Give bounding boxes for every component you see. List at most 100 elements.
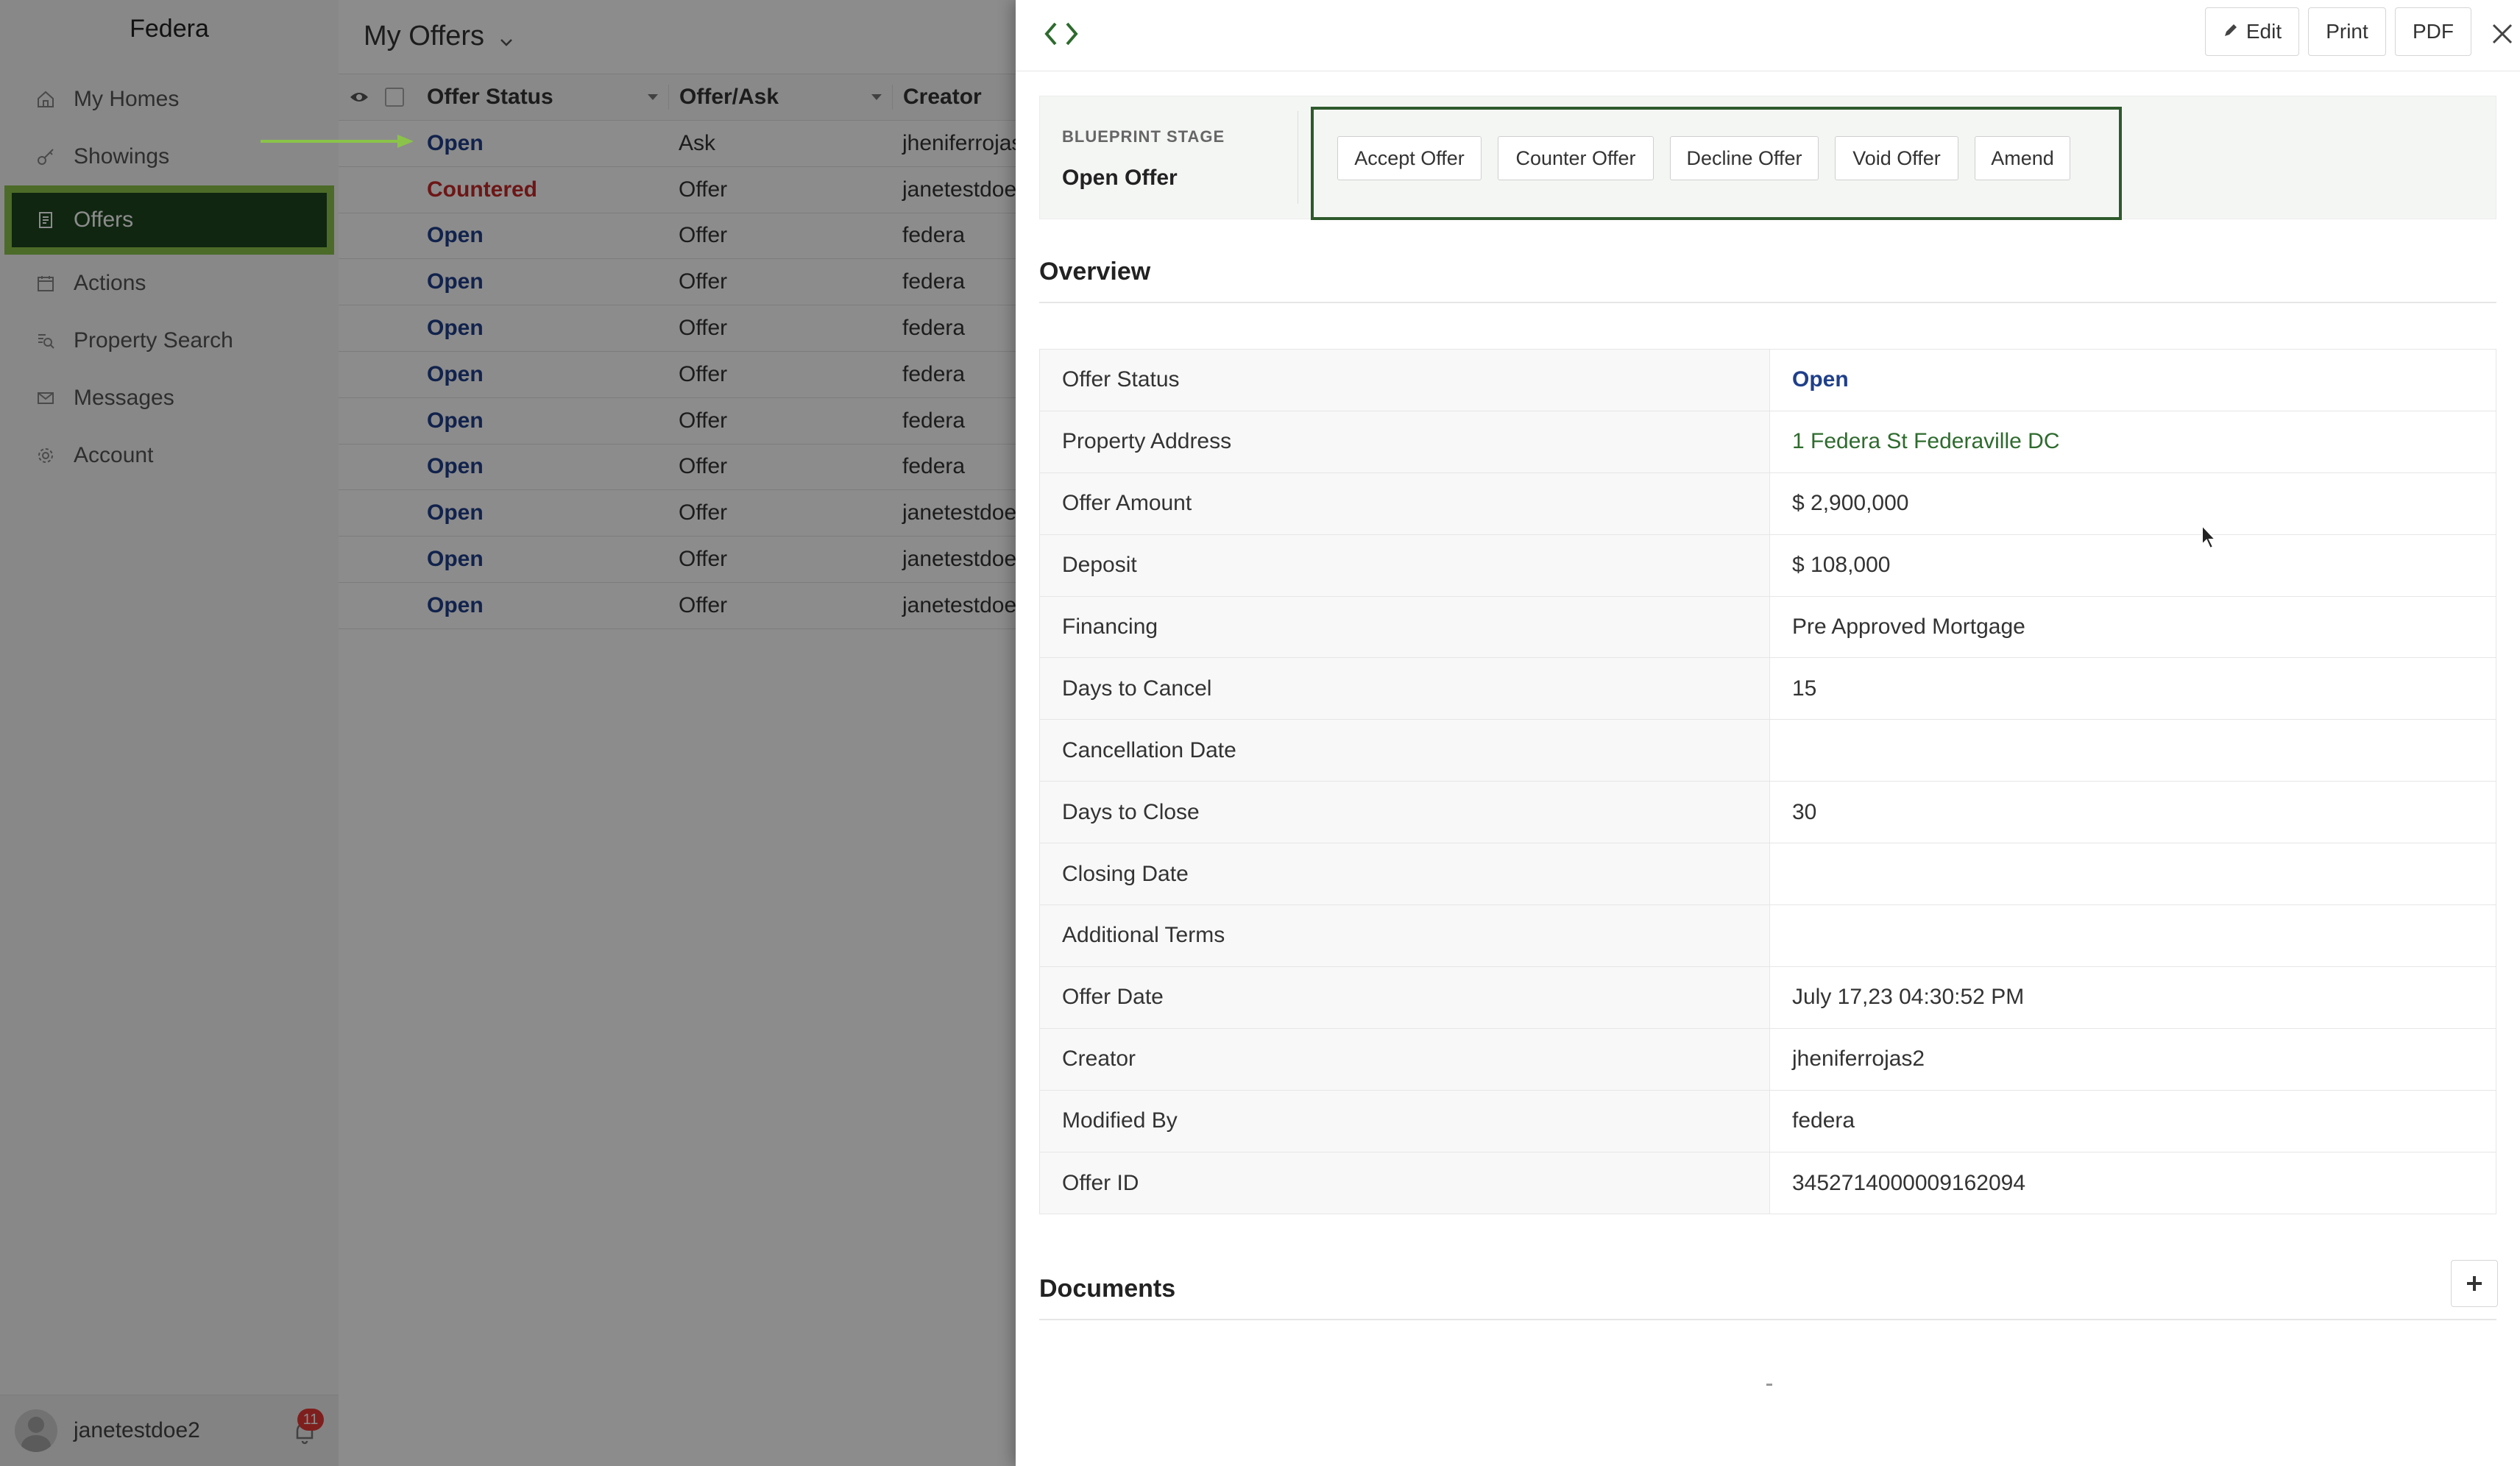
overview-row: Financing Pre Approved Mortgage [1040,596,2496,659]
cell-creator: federa [902,408,966,433]
cell-status: Open [409,454,668,479]
overview-row: Modified By federa [1040,1090,2496,1152]
sidebar-item-account[interactable]: Account [0,427,339,484]
overview-value [1770,720,2496,781]
decline-offer-button[interactable]: Decline Offer [1670,136,1819,180]
sidebar-footer: janetestdoe2 11 [0,1395,339,1466]
status-badge: Countered [427,177,537,202]
status-badge: Open [427,592,484,617]
overview-row: Offer Date July 17,23 04:30:52 PM [1040,966,2496,1029]
overview-row: Property Address 1 Federa St Federaville … [1040,411,2496,473]
overview-label: Property Address [1040,411,1770,472]
void-offer-button[interactable]: Void Offer [1835,136,1958,180]
home-icon [35,89,56,110]
overview-value: Pre Approved Mortgage [1792,615,2025,639]
status-badge: Open [427,130,484,155]
table-row[interactable]: Countered Offer janetestdoe2 [339,167,1016,213]
pencil-icon [2223,20,2239,43]
sort-icon[interactable] [871,94,882,100]
username: janetestdoe2 [74,1418,200,1442]
overview-value: July 17,23 04:30:52 PM [1792,985,2025,1010]
mail-icon [35,388,56,408]
blueprint-stage-value: Open Offer [1062,166,1178,190]
sidebar-item-messages[interactable]: Messages [0,369,339,427]
sidebar-item-my-homes[interactable]: My Homes [0,71,339,128]
table-row[interactable]: Open Offer janetestdoe2 [339,490,1016,537]
overview-value: Open [1792,367,1849,392]
overview-table: Offer Status Open Property Address 1 Federa… [1039,349,2496,1215]
overview-value: $ 108,000 [1792,553,1891,578]
column-header-creator[interactable]: Creator [892,85,1016,110]
avatar[interactable] [15,1409,57,1452]
divider [1039,302,2496,303]
column-header-status[interactable]: Offer Status [409,85,668,110]
overview-label: Additional Terms [1040,905,1770,966]
blueprint-stage: BLUEPRINT STAGE Open Offer Accept Offer … [1039,96,2496,220]
accept-offer-button[interactable]: Accept Offer [1337,136,1482,180]
cell-creator: janetestdoe2 [902,500,1016,525]
cell-creator: federa [902,316,966,341]
overview-value[interactable]: 1 Federa St Federaville DC [1770,411,2496,472]
table-row[interactable]: Open Offer janetestdoe2 [339,537,1016,583]
table-row[interactable]: Open Offer federa [339,398,1016,445]
cell-creator: jheniferrojas2 [902,130,1016,155]
overview-label: Modified By [1040,1090,1770,1152]
sort-icon[interactable] [648,94,658,100]
select-all-checkbox[interactable] [380,88,409,107]
overview-value: jheniferrojas2 [1792,1047,1925,1072]
sidebar-item-offers[interactable]: Offers [4,185,334,255]
table-header: Offer Status Offer/Ask Creator [339,74,1016,121]
code-icon[interactable] [1042,19,1080,49]
eye-icon[interactable] [339,90,380,105]
table-row[interactable]: Open Offer federa [339,305,1016,352]
cell-status: Open [409,362,668,387]
pdf-button[interactable]: PDF [2395,7,2471,56]
overview-value: 30 [1792,799,1817,824]
status-badge: Open [427,500,484,525]
sidebar-item-property-search[interactable]: Property Search [0,312,339,369]
edit-button[interactable]: Edit [2205,7,2299,56]
overview-label: Offer Amount [1040,472,1770,534]
table-row[interactable]: Open Offer federa [339,352,1016,398]
cell-type: Offer [679,500,728,525]
overview-row: Deposit $ 108,000 [1040,534,2496,597]
overview-row: Creator jheniferrojas2 [1040,1028,2496,1091]
cell-creator: janetestdoe2 [902,547,1016,572]
status-badge: Open [427,361,484,386]
cell-creator: janetestdoe2 [902,177,1016,202]
sidebar-item-actions[interactable]: Actions [0,255,339,312]
cell-status: Open [409,131,668,156]
add-document-button[interactable] [2451,1260,2498,1307]
overview-row: Closing Date [1040,843,2496,906]
overview-row: Additional Terms [1040,905,2496,967]
table-row[interactable]: Open Offer federa [339,213,1016,260]
table-row[interactable]: Open Offer federa [339,259,1016,306]
panel-toolbar: Edit Print PDF [1016,0,2520,71]
print-button[interactable]: Print [2308,7,2386,56]
notification-badge: 11 [297,1409,324,1431]
overview-row: Days to Cancel 15 [1040,658,2496,720]
overview-label: Creator [1040,1028,1770,1090]
status-badge: Open [427,454,484,479]
page-title[interactable]: My Offers [364,18,514,55]
overview-row: Offer ID 3452714000009162094 [1040,1152,2496,1214]
chevron-down-icon[interactable] [499,24,514,55]
table-row[interactable]: Open Offer federa [339,445,1016,491]
table-row[interactable]: Open Ask jheniferrojas2 [339,121,1016,167]
column-header-type[interactable]: Offer/Ask [668,85,892,110]
actions-icon [35,273,56,294]
amend-button[interactable]: Amend [1975,136,2070,180]
mouse-cursor-icon [2201,524,2218,550]
table-body: Open Ask jheniferrojas2 Countered Offer janet… [339,121,1016,629]
close-icon[interactable] [2489,21,2516,47]
sidebar-item-label: Property Search [74,328,233,353]
counter-offer-button[interactable]: Counter Offer [1498,136,1654,180]
cell-status: Open [409,223,668,248]
overview-label: Deposit [1040,534,1770,596]
property-search-icon [35,330,56,351]
status-badge: Open [427,316,484,341]
table-row[interactable]: Open Offer janetestdoe2 [339,583,1016,629]
overview-value: 15 [1792,676,1817,701]
cell-type: Offer [679,361,728,386]
cell-status: Open [409,500,668,525]
